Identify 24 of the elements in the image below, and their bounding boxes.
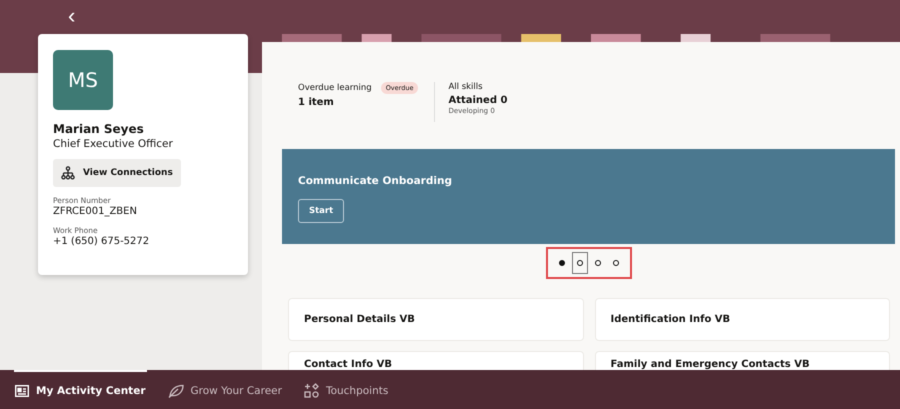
view-connections-button[interactable]: View Connections [53, 159, 181, 187]
nav-tab[interactable]: My Activity Center [14, 370, 147, 409]
field-value: +1 (650) 675-5272 [53, 236, 150, 247]
section-card[interactable]: Family and Emergency Contacts VB [594, 351, 890, 372]
org-chart-icon [61, 166, 75, 180]
section-card[interactable]: Identification Info VB [594, 298, 890, 341]
nav-tab[interactable]: Touchpoints [302, 370, 390, 409]
leaf-icon [168, 384, 184, 398]
id-card-icon [15, 384, 29, 396]
person-name: Marian Seyes [53, 122, 145, 136]
summary-label: Overdue learning [298, 83, 372, 93]
summary-label: All skills [448, 82, 483, 92]
nav-tab[interactable]: Grow Your Career [166, 370, 283, 409]
back-button[interactable]: ‹ [62, 4, 82, 26]
summary-value: 1 item [298, 97, 335, 108]
section-card[interactable]: Contact Info VB [288, 351, 584, 372]
slide-title: Communicate Onboarding [298, 175, 453, 187]
section-card[interactable]: Personal Details VB [288, 298, 584, 341]
shapes-icon [304, 383, 319, 398]
summary-value: Attained 0 [448, 95, 508, 106]
start-button[interactable]: Start [298, 199, 344, 223]
field-value: ZFRCE001_ZBEN [53, 206, 138, 217]
avatar: MS [53, 50, 113, 110]
job-title: Chief Executive Officer [53, 138, 174, 150]
